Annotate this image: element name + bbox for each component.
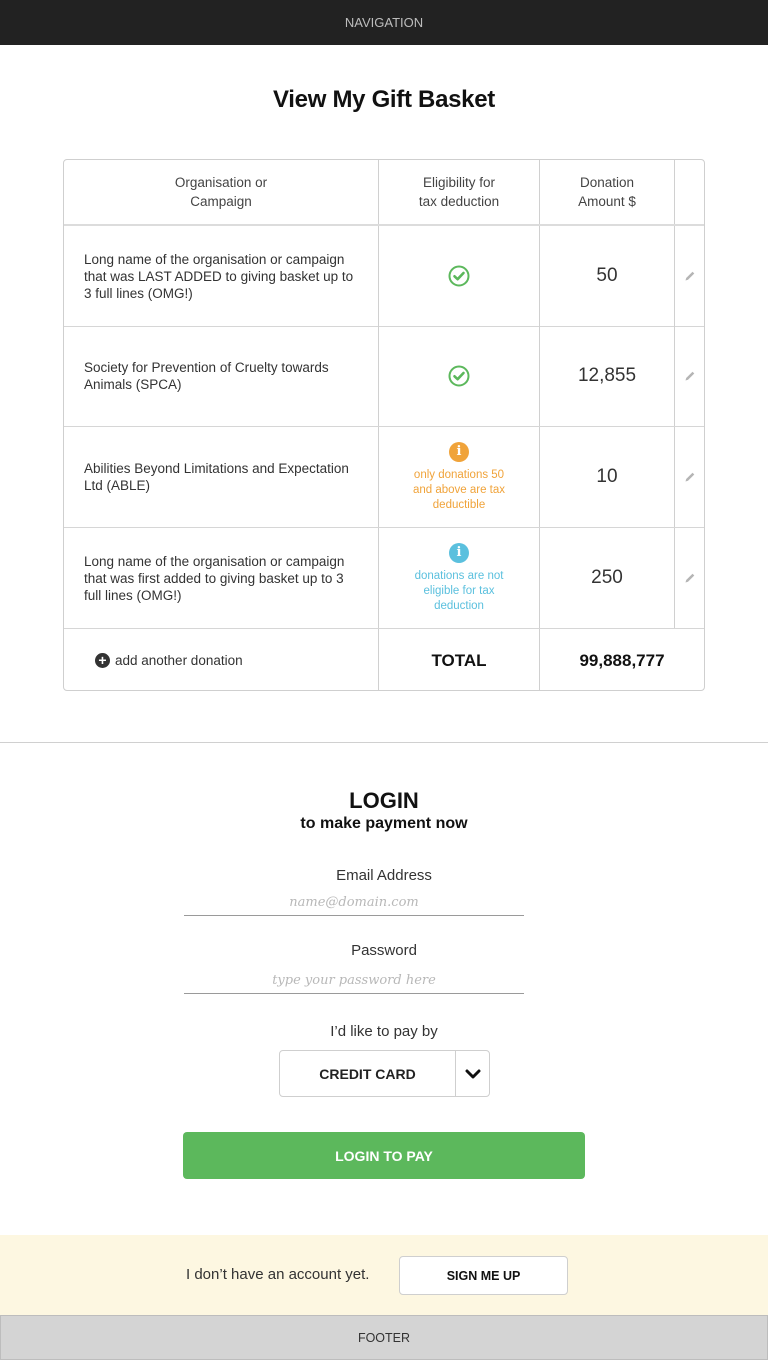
total-label: TOTAL — [379, 629, 540, 690]
eligibility-note: only donations 50 and above are tax dedu… — [412, 468, 506, 511]
eligibility-cell: i donations are not eligible for tax ded… — [379, 528, 540, 628]
table-row: Society for Prevention of Cruelty toward… — [64, 326, 704, 427]
donation-amount[interactable]: 50 — [540, 226, 675, 326]
sign-me-up-button[interactable]: SIGN ME UP — [399, 1256, 568, 1295]
footer-label: FOOTER — [357, 1330, 411, 1345]
table-header: Organisation or Campaign Eligibility for … — [64, 160, 704, 226]
totals-row: + add another donation TOTAL 99,888,777 — [64, 629, 704, 690]
chevron-down-icon — [465, 1069, 480, 1078]
signup-prompt: I don’t have an account yet. — [186, 1266, 370, 1283]
edit-button[interactable] — [675, 528, 704, 628]
header-organisation-line1: Organisation or — [174, 175, 268, 190]
organisation-name: Abilities Beyond Limitations and Expecta… — [64, 427, 379, 527]
check-circle-icon — [448, 265, 470, 287]
page-title: View My Gift Basket — [273, 86, 495, 113]
header-eligibility-line1: Eligibility for — [422, 175, 496, 190]
edit-button[interactable] — [675, 326, 704, 426]
pencil-icon — [685, 371, 694, 381]
organisation-name: Long name of the organisation or campaig… — [64, 528, 379, 628]
eligibility-cell — [379, 226, 540, 326]
header-amount-line1: Donation — [579, 175, 635, 190]
info-icon: i — [449, 441, 469, 462]
table-row: Long name of the organisation or campaig… — [64, 226, 704, 327]
select-toggle[interactable] — [456, 1051, 489, 1096]
password-field[interactable] — [184, 968, 524, 994]
header-eligibility-line2: tax deduction — [418, 194, 500, 209]
login-subtitle: to make payment now — [300, 815, 468, 832]
info-icon: i — [449, 542, 469, 563]
section-divider — [0, 742, 768, 743]
pencil-icon — [685, 271, 694, 281]
payment-method-select[interactable]: CREDIT CARD — [279, 1050, 490, 1097]
navigation-bar[interactable]: NAVIGATION — [0, 0, 768, 45]
header-organisation: Organisation or Campaign — [64, 160, 379, 224]
navigation-label: NAVIGATION — [344, 15, 424, 30]
edit-button[interactable] — [675, 427, 704, 527]
password-label: Password — [351, 942, 417, 959]
pay-by-label: I’d like to pay by — [330, 1023, 438, 1040]
signup-band — [0, 1235, 768, 1315]
donation-amount[interactable]: 10 — [540, 427, 675, 527]
edit-button[interactable] — [675, 226, 704, 326]
header-amount: Donation Amount $ — [540, 160, 675, 224]
pencil-icon — [685, 573, 694, 583]
check-circle-icon — [448, 365, 470, 387]
email-field[interactable] — [184, 890, 524, 916]
login-to-pay-button[interactable]: LOGIN TO PAY — [183, 1132, 585, 1179]
payment-method-value: CREDIT CARD — [280, 1051, 456, 1096]
gift-basket-table: Organisation or Campaign Eligibility for … — [63, 159, 705, 691]
organisation-name: Long name of the organisation or campaig… — [64, 226, 379, 326]
eligibility-note: donations are not eligible for tax deduc… — [414, 569, 504, 612]
eligibility-cell: i only donations 50 and above are tax de… — [379, 427, 540, 527]
login-title: LOGIN — [349, 788, 419, 813]
donation-amount[interactable]: 12,855 — [540, 326, 675, 426]
header-organisation-line2: Campaign — [190, 194, 252, 209]
header-amount-line2: Amount $ — [578, 194, 636, 209]
organisation-name: Society for Prevention of Cruelty toward… — [64, 326, 379, 426]
add-donation-label: add another donation — [115, 653, 243, 668]
table-row: Abilities Beyond Limitations and Expecta… — [64, 427, 704, 528]
email-label: Email Address — [336, 867, 432, 884]
add-donation-link[interactable]: + add another donation — [64, 629, 379, 690]
footer: FOOTER — [0, 1315, 768, 1360]
header-eligibility: Eligibility for tax deduction — [379, 160, 540, 224]
plus-circle-icon: + — [95, 653, 110, 668]
total-value: 99,888,777 — [579, 650, 665, 670]
table-row: Long name of the organisation or campaig… — [64, 528, 704, 629]
pencil-icon — [685, 472, 694, 482]
eligibility-cell — [379, 326, 540, 426]
header-actions — [675, 160, 704, 224]
donation-amount[interactable]: 250 — [540, 528, 675, 628]
